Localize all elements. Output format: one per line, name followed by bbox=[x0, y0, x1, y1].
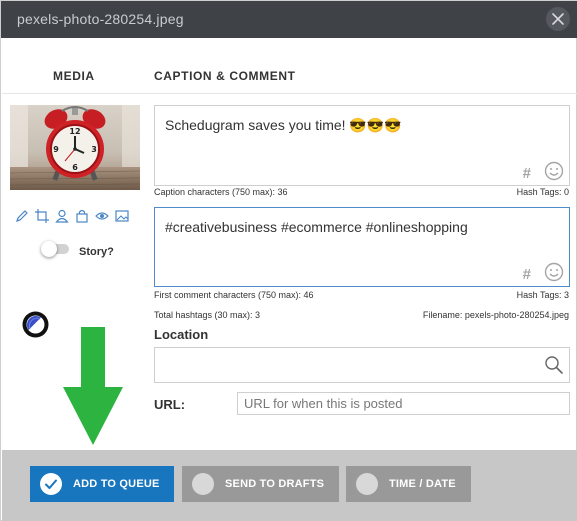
send-to-drafts-label: SEND TO DRAFTS bbox=[225, 478, 325, 490]
svg-text:12: 12 bbox=[69, 127, 80, 136]
filename-label: Filename: pexels-photo-280254.jpeg bbox=[422, 310, 569, 320]
emoji-icon[interactable] bbox=[544, 161, 564, 181]
story-label: Story? bbox=[79, 246, 114, 258]
total-hashtags: Total hashtags (30 max): 3 bbox=[154, 310, 261, 320]
add-to-queue-label: ADD TO QUEUE bbox=[73, 478, 160, 490]
comment-hashtag-count: Hash Tags: 3 bbox=[516, 290, 569, 300]
user-tag-icon[interactable] bbox=[55, 209, 69, 223]
close-icon bbox=[552, 13, 564, 25]
green-down-arrow-icon bbox=[63, 327, 123, 445]
caption-text: Schedugram saves you time! 😎😎😎 bbox=[165, 117, 402, 133]
time-date-label: TIME / DATE bbox=[389, 478, 456, 490]
check-icon bbox=[40, 473, 62, 495]
comment-char-count: First comment characters (750 max): 46 bbox=[154, 290, 314, 300]
alarm-clock-image: 12 3 6 9 bbox=[10, 105, 140, 190]
media-column-heading: MEDIA bbox=[53, 69, 95, 83]
hashtag-icon[interactable]: # bbox=[523, 165, 531, 182]
title-bar: pexels-photo-280254.jpeg bbox=[1, 1, 577, 38]
location-input[interactable] bbox=[154, 347, 570, 383]
caption-hashtag-count: Hash Tags: 0 bbox=[516, 187, 569, 197]
svg-text:3: 3 bbox=[91, 145, 97, 154]
post-editor-modal: pexels-photo-280254.jpeg MEDIA CAPTION &… bbox=[0, 0, 577, 521]
media-thumbnail[interactable]: 12 3 6 9 bbox=[10, 105, 140, 190]
eye-icon[interactable] bbox=[95, 209, 109, 223]
hashtag-icon[interactable]: # bbox=[523, 266, 531, 283]
edit-icon[interactable] bbox=[15, 209, 29, 223]
search-icon[interactable] bbox=[544, 355, 564, 375]
circle-half-icon[interactable] bbox=[22, 311, 49, 338]
first-comment-textarea[interactable]: #creativebusiness #ecommerce #onlineshop… bbox=[154, 207, 570, 287]
emoji-icon[interactable] bbox=[544, 262, 564, 282]
svg-text:6: 6 bbox=[72, 163, 78, 172]
image-icon[interactable] bbox=[115, 209, 129, 223]
send-to-drafts-button[interactable]: SEND TO DRAFTS bbox=[182, 466, 339, 502]
caption-textarea[interactable]: Schedugram saves you time! 😎😎😎 # bbox=[154, 105, 570, 186]
url-input[interactable] bbox=[237, 392, 570, 415]
crop-icon[interactable] bbox=[35, 209, 49, 223]
caption-column-heading: CAPTION & COMMENT bbox=[154, 69, 296, 83]
add-to-queue-button[interactable]: ADD TO QUEUE bbox=[30, 466, 174, 502]
svg-text:9: 9 bbox=[53, 145, 59, 154]
window-title: pexels-photo-280254.jpeg bbox=[17, 11, 184, 27]
time-date-button[interactable]: TIME / DATE bbox=[346, 466, 471, 502]
location-label: Location bbox=[154, 327, 209, 342]
story-toggle[interactable] bbox=[41, 241, 71, 257]
media-tools bbox=[15, 209, 135, 225]
first-comment-text: #creativebusiness #ecommerce #onlineshop… bbox=[165, 219, 468, 235]
divider bbox=[2, 93, 577, 94]
toggle-knob bbox=[41, 241, 57, 257]
url-label: URL: bbox=[154, 397, 186, 412]
close-button[interactable] bbox=[546, 7, 570, 31]
radio-icon bbox=[192, 473, 214, 495]
shopping-bag-icon[interactable] bbox=[75, 209, 89, 223]
radio-icon bbox=[356, 473, 378, 495]
caption-char-count: Caption characters (750 max): 36 bbox=[154, 187, 288, 197]
action-footer: ADD TO QUEUE SEND TO DRAFTS TIME / DATE bbox=[2, 450, 577, 521]
